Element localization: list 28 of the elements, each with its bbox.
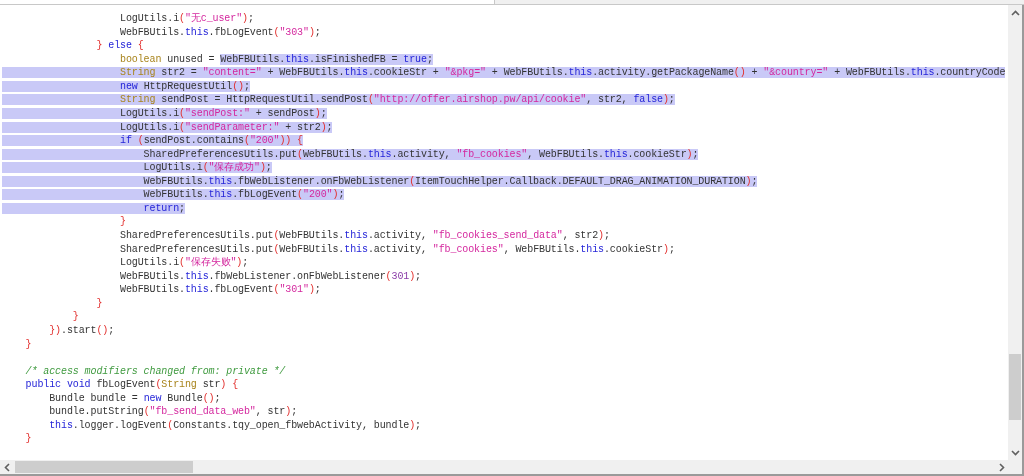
code-line: }).start();	[48, 323, 115, 338]
code-line: WebFBUtils.this.fbLogEvent("301");	[119, 283, 321, 297]
code-line: SharedPreferencesUtils.put(WebFBUtils.this.activity, "fb_cookies", WebFBUtils.this.cookieStr);	[119, 242, 675, 257]
code-line: }	[24, 337, 32, 352]
horizontal-scrollbar[interactable]	[0, 460, 1008, 474]
code-line: LogUtils.i("无c_user");	[119, 12, 254, 26]
code-line: }	[95, 296, 103, 311]
code-line: /* access modifiers changed from: private */	[24, 364, 286, 379]
scrollbar-thumb[interactable]	[1009, 354, 1021, 420]
code-line: boolean unused = WebFBUtils.this.isFinishedFB = true;	[119, 52, 433, 67]
code-line: }	[24, 432, 32, 446]
code-line: }	[119, 215, 126, 229]
vertical-scrollbar[interactable]	[1008, 5, 1022, 460]
code-line: } else {	[95, 39, 144, 53]
code-line: bundle.putString("fb_send_data_web", str);	[48, 405, 298, 419]
scroll-left-icon[interactable]	[3, 462, 12, 472]
code-line: public void fbLogEvent(String str) {	[24, 378, 239, 392]
code-line: this.logger.logEvent(Constants.tqy_open_fbwebActivity, bundle);	[48, 418, 421, 433]
code-line: WebFBUtils.this.fbLogEvent("303");	[119, 25, 321, 40]
code-line: WebFBUtils.this.fbWebListener.onFbWebListener(301);	[119, 269, 421, 284]
code-line: Bundle bundle = new Bundle();	[48, 391, 221, 406]
code-line: SharedPreferencesUtils.put(WebFBUtils.this.activity, "fb_cookies_send_data", str2);	[119, 229, 610, 243]
scrollbar-thumb[interactable]	[15, 461, 193, 473]
scroll-down-icon[interactable]	[1010, 448, 1020, 457]
scroll-up-icon[interactable]	[1010, 9, 1020, 18]
scroll-right-icon[interactable]	[997, 462, 1006, 472]
code-line: LogUtils.i("保存失败");	[119, 256, 249, 270]
code-line: }	[71, 310, 79, 324]
